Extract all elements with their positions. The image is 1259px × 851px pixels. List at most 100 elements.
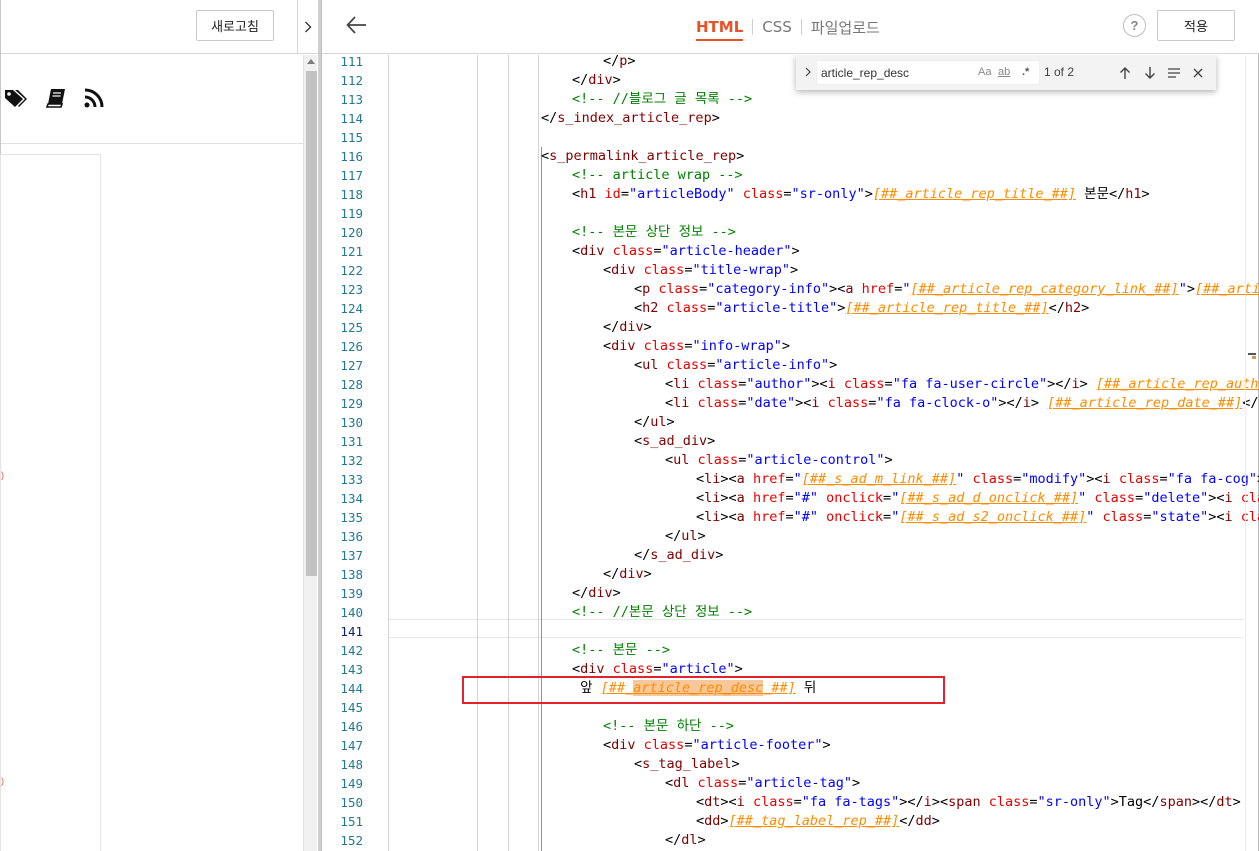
toggle-replace-button[interactable] <box>802 64 814 80</box>
code-token: "title-wrap" <box>692 262 790 278</box>
refresh-button[interactable]: 새로고침 <box>196 10 274 41</box>
code-token: < <box>634 433 643 449</box>
code-line[interactable]: </s_index_article_rep> <box>541 109 720 128</box>
annotation-highlight-box <box>462 676 945 704</box>
code-token: < <box>634 357 643 373</box>
book-icon[interactable] <box>45 86 67 110</box>
code-line[interactable]: <li><a href="[##_s_ad_m_link_##]" class=… <box>696 470 1259 489</box>
code-line[interactable]: <dl class="article-tag"> <box>665 774 860 793</box>
indent-guide-active <box>541 147 542 851</box>
line-number: 141 <box>340 624 363 639</box>
code-line[interactable]: <h2 class="article-title">[##_article_re… <box>634 299 1089 318</box>
tab-css[interactable]: CSS <box>762 18 792 36</box>
code-line[interactable]: <dt><i class="fa fa-tags"></i><span clas… <box>696 793 1241 812</box>
code-token: < <box>665 775 674 791</box>
code-line[interactable]: </dl> <box>665 831 706 850</box>
code-line[interactable]: </s_ad_div> <box>634 546 723 565</box>
code-token: [##_article_rep_author <box>1095 376 1259 392</box>
close-find-button[interactable] <box>1189 64 1207 82</box>
match-case-button[interactable]: Aa <box>978 64 991 80</box>
help-button[interactable]: ? <box>1123 14 1146 37</box>
code-line[interactable]: <li class="author"><i class="fa fa-user-… <box>665 375 1259 394</box>
code-line[interactable]: <!-- //본문 상단 정보 --> <box>572 603 752 622</box>
preview-scrollbar-thumb[interactable] <box>306 71 317 576</box>
code-token: >< <box>795 395 812 411</box>
code-line[interactable]: <!-- //블로그 글 목록 --> <box>572 90 752 109</box>
tags-icon[interactable] <box>3 86 27 110</box>
code-token: "sr-only" <box>1037 794 1111 810</box>
code-line[interactable]: <s_tag_label> <box>634 755 740 774</box>
collapse-preview-button[interactable] <box>297 0 319 54</box>
code-token: <!-- //본문 상단 정보 --> <box>572 604 753 620</box>
code-line[interactable]: <ul class="article-info"> <box>634 356 837 375</box>
code-token: = <box>883 490 892 506</box>
line-number: 129 <box>340 396 363 411</box>
code-token: s_tag_label <box>642 756 732 772</box>
code-line[interactable]: <li class="date"><i class="fa fa-clock-o… <box>665 394 1259 413</box>
code-token: class <box>988 794 1030 810</box>
code-line[interactable]: </ul> <box>634 413 675 432</box>
code-token: h2 <box>1064 300 1082 316</box>
code-line[interactable]: <s_ad_div> <box>634 432 715 451</box>
code-token: > <box>822 737 831 753</box>
code-line[interactable]: <div class="article-header"> <box>572 242 800 261</box>
back-button[interactable] <box>344 12 370 38</box>
code-line[interactable]: <ul class="article-control"> <box>665 451 893 470</box>
code-line[interactable]: <h1 id="articleBody" class="sr-only">[##… <box>572 185 1150 204</box>
apply-button[interactable]: 적용 <box>1157 10 1235 41</box>
tab-file-upload[interactable]: 파일업로드 <box>811 17 880 38</box>
preview-mark: ) <box>1 470 4 480</box>
preview-scrollbar[interactable] <box>303 55 317 851</box>
code-line[interactable]: <!-- 본문 상단 정보 --> <box>572 223 736 242</box>
code-token: >< <box>1086 471 1103 487</box>
code-line[interactable]: <li><a href="#" onclick="[##_s_ad_s2_onc… <box>696 508 1259 527</box>
next-match-button[interactable] <box>1141 64 1159 82</box>
regex-button[interactable]: .* <box>1022 64 1029 80</box>
whole-word-button[interactable]: ab <box>998 64 1010 80</box>
line-number: 125 <box>340 320 363 335</box>
code-line[interactable]: <!-- 본문 하단 --> <box>603 717 734 736</box>
code-token: = <box>1135 490 1144 506</box>
preview-icon-row <box>1 86 121 112</box>
rss-icon[interactable] <box>83 86 105 110</box>
code-lines[interactable]: </p> </div> <!-- //블로그 글 목록 --> </s_index_a… <box>388 55 1259 851</box>
code-line[interactable]: <div class="article-footer"> <box>603 736 831 755</box>
code-token: > <box>711 110 720 126</box>
code-line[interactable]: </div> <box>572 71 621 90</box>
code-line[interactable]: </div> <box>603 318 652 337</box>
editor-scrollbar[interactable] <box>1245 55 1259 851</box>
code-token: class <box>843 376 885 392</box>
code-token: ul <box>681 528 698 544</box>
code-token: < <box>696 794 705 810</box>
code-token: "info-wrap" <box>692 338 782 354</box>
code-token: "article" <box>661 661 735 677</box>
line-number: 118 <box>340 187 363 202</box>
code-line[interactable]: <p class="category-info"><a href="[##_ar… <box>634 280 1259 299</box>
code-editor[interactable]: 111 112 113 114 115 116 117 118 119 120 121 122 123 1… <box>322 55 1259 851</box>
code-token: h1 <box>1125 186 1142 202</box>
overview-ruler-mark <box>1248 353 1256 359</box>
tab-html[interactable]: HTML <box>696 18 744 41</box>
code-token: "article-tag" <box>746 775 852 791</box>
code-line[interactable]: </p> <box>603 55 636 71</box>
code-line[interactable]: <li><a href="#" onclick="[##_s_ad_d_oncl… <box>696 489 1259 508</box>
code-token: <!-- //블로그 글 목록 --> <box>572 91 753 107</box>
editor-pane: HTML CSS 파일업로드 ? 적용 111 112 113 114 115 116 11… <box>322 0 1259 851</box>
code-line[interactable]: <!-- article wrap --> <box>572 166 743 185</box>
find-in-selection-button[interactable] <box>1165 64 1183 82</box>
code-line[interactable]: <s_permalink_article_rep> <box>541 147 744 166</box>
code-token: div <box>611 338 636 354</box>
code-line[interactable]: </div> <box>603 565 652 584</box>
scroll-up-icon[interactable] <box>307 59 315 64</box>
line-number: 138 <box>340 567 363 582</box>
code-line[interactable]: <div class="title-wrap"> <box>603 261 798 280</box>
previous-match-button[interactable] <box>1116 64 1134 82</box>
code-line[interactable]: <!-- 본문 --> <box>572 641 670 660</box>
code-line[interactable]: <dd>[##_tag_label_rep_##]</dd> <box>696 812 940 831</box>
code-line[interactable]: </ul> <box>665 527 706 546</box>
code-line[interactable]: <div class="info-wrap"> <box>603 337 790 356</box>
code-token: " <box>793 471 802 487</box>
code-line[interactable]: </div> <box>572 584 621 603</box>
